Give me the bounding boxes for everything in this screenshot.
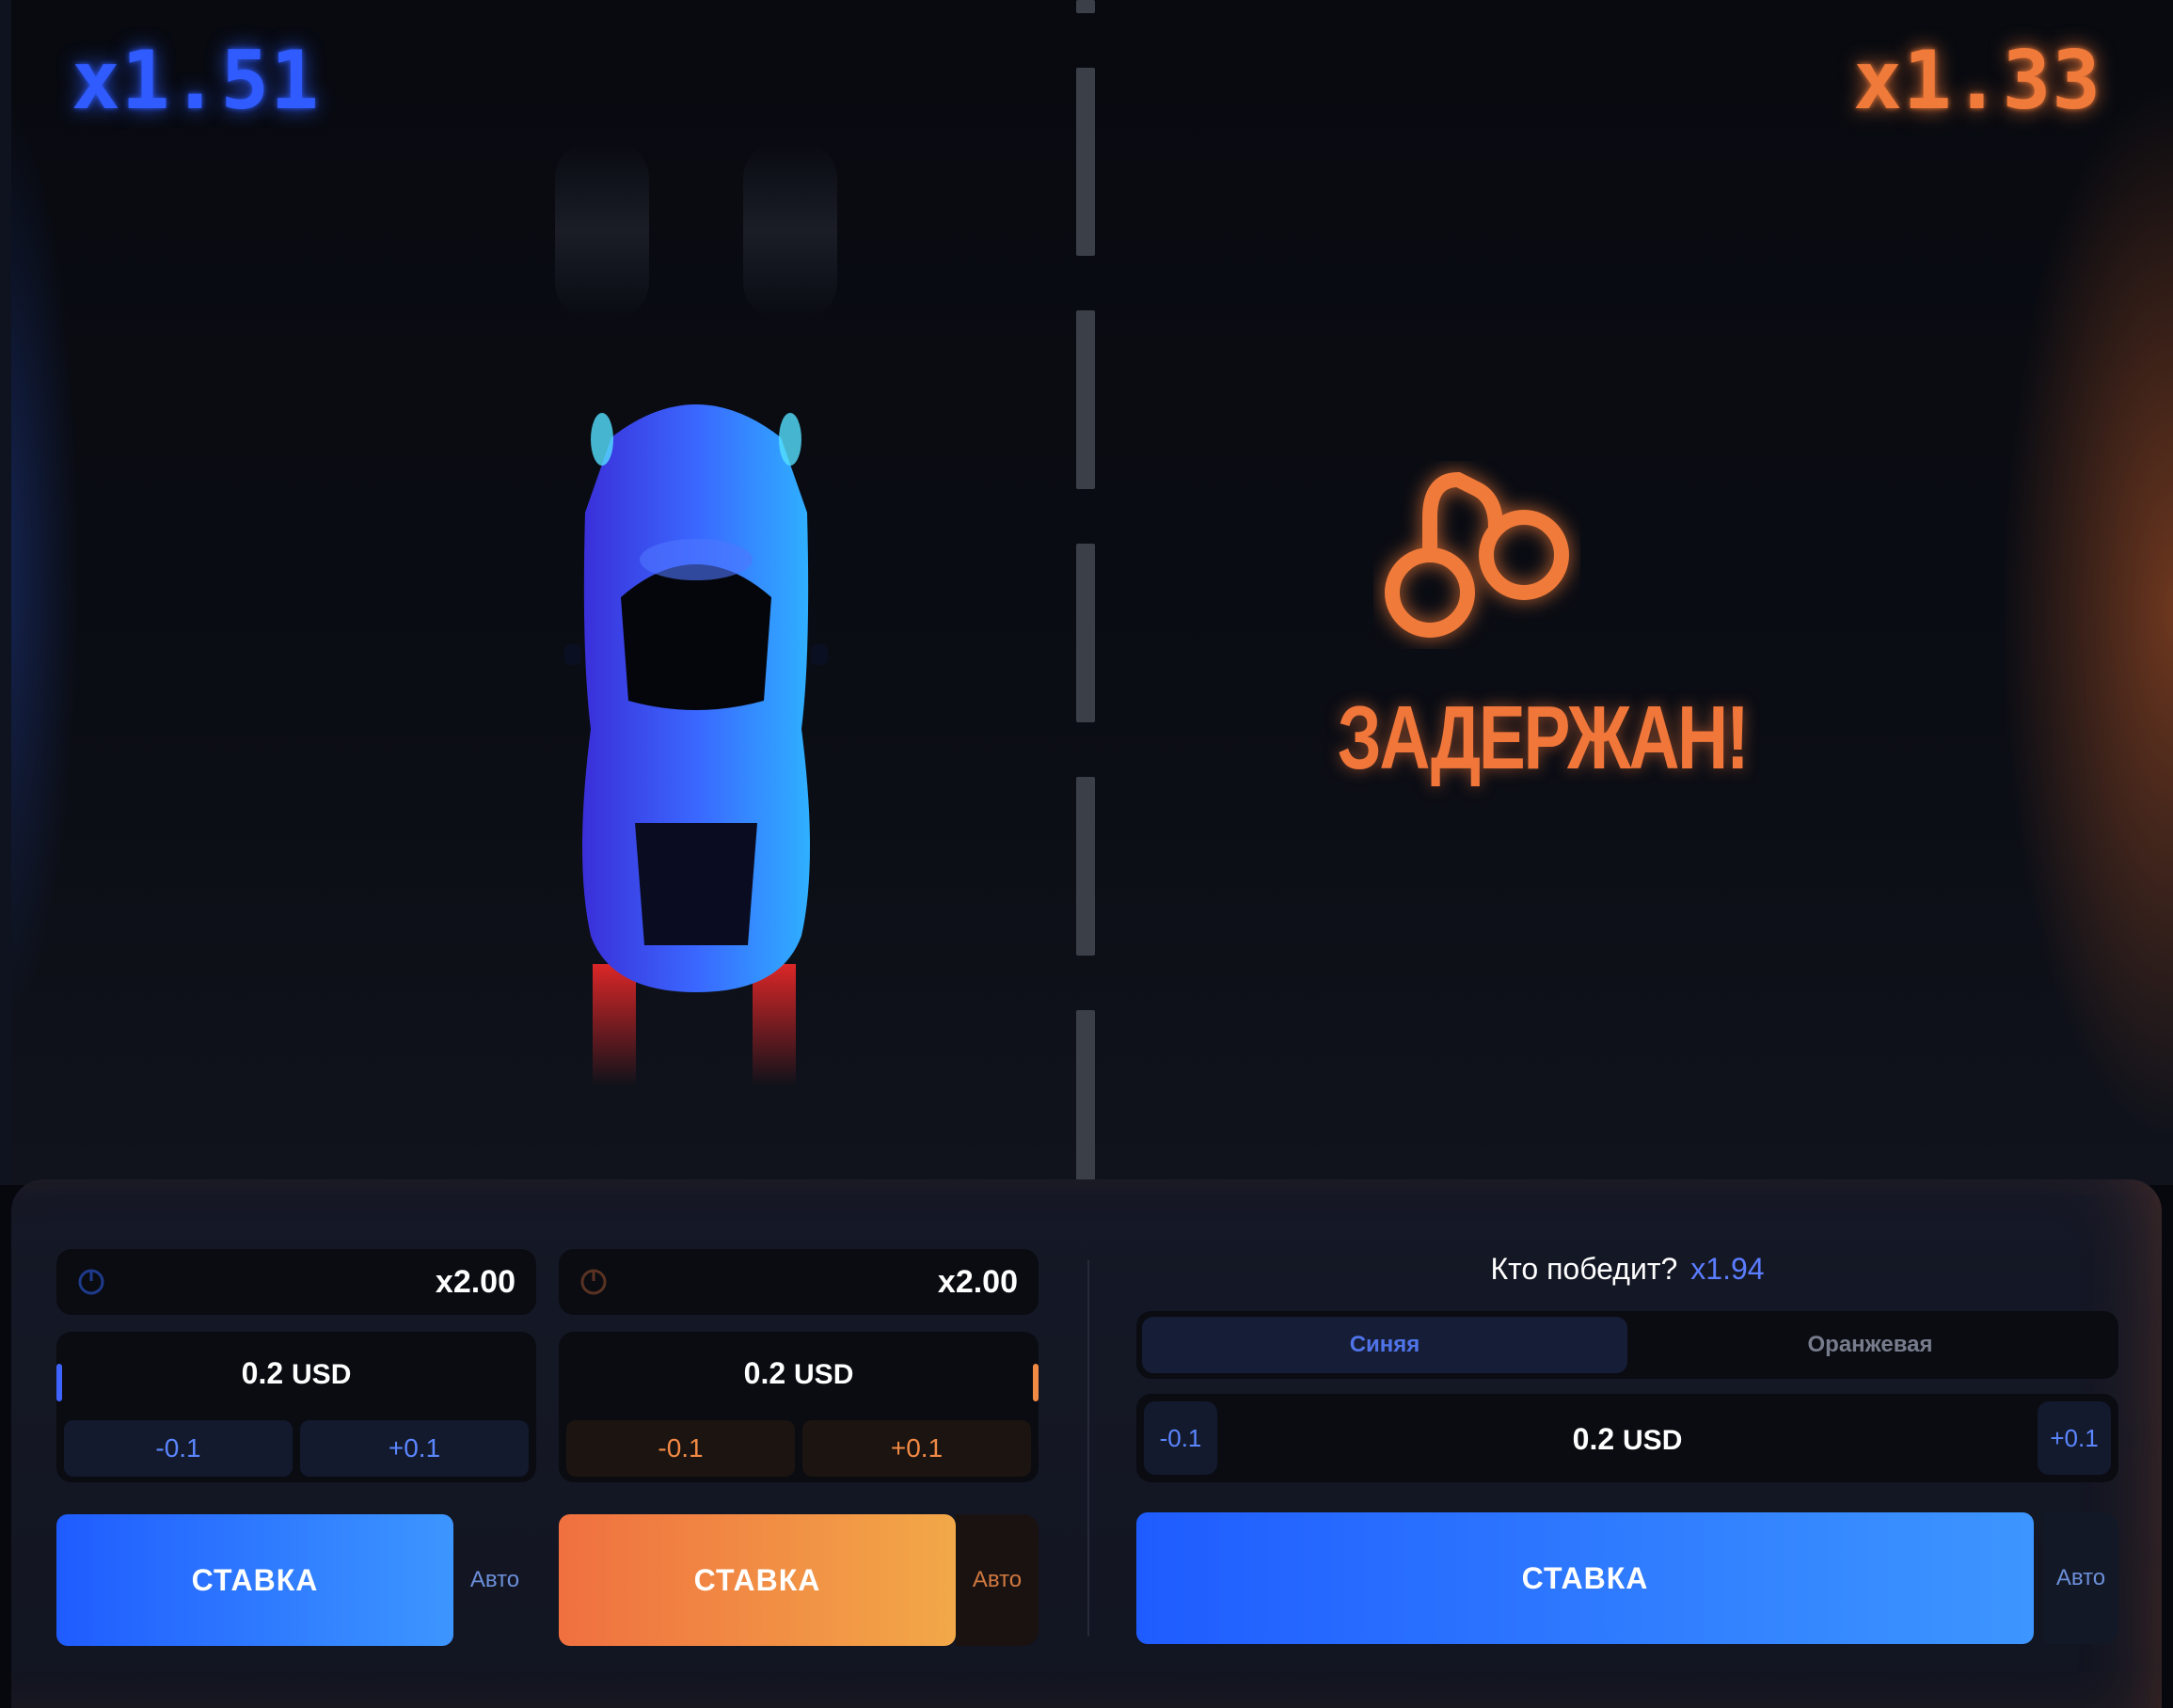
lane-divider-dash: [1076, 1010, 1095, 1185]
option-orange[interactable]: Оранжевая: [1627, 1317, 2113, 1373]
panel-divider: [1087, 1260, 1089, 1637]
lane-divider-dash: [1076, 777, 1095, 956]
winner-bet-section: Кто победит? x1.94 Синяя Оранжевая -0.1 0…: [1136, 1249, 2118, 1644]
team-selector: Синяя Оранжевая: [1136, 1311, 2118, 1379]
amount-unit: USD: [794, 1359, 854, 1390]
lane-divider-dash: [1076, 544, 1095, 722]
bet-button[interactable]: СТАВКА: [559, 1514, 956, 1646]
amount-box: 0.2 USD -0.1 +0.1: [559, 1332, 1039, 1482]
amount-value: 0.2: [1572, 1422, 1615, 1456]
lane-divider-dash: [1076, 0, 1095, 13]
auto-cashout-row[interactable]: x2.00: [56, 1249, 536, 1315]
cashout-value[interactable]: x2.00: [436, 1264, 515, 1301]
amount-unit: USD: [292, 1359, 352, 1390]
bet-button[interactable]: СТАВКА: [1136, 1512, 2034, 1644]
orange-multiplier: x1.33: [1853, 34, 2102, 128]
handcuffs-icon: [1385, 471, 1569, 638]
decrease-button[interactable]: -0.1: [566, 1420, 795, 1477]
amount-value: 0.2: [241, 1356, 284, 1390]
blue-car: [564, 404, 828, 1086]
auto-button[interactable]: Авто: [2043, 1512, 2118, 1644]
amount-display[interactable]: 0.2 USD: [559, 1356, 1039, 1391]
amount-box: 0.2 USD -0.1 +0.1: [56, 1332, 536, 1482]
amount-unit: USD: [1623, 1425, 1683, 1456]
question-text: Кто победит?: [1490, 1252, 1678, 1286]
headlight-trail: [743, 141, 837, 320]
increase-button[interactable]: +0.1: [802, 1420, 1031, 1477]
lane-divider-dash: [1076, 68, 1095, 256]
increase-button[interactable]: +0.1: [300, 1420, 529, 1477]
amount-display[interactable]: 0.2 USD: [1136, 1422, 2118, 1457]
winner-question: Кто победит? x1.94: [1136, 1249, 2118, 1289]
option-blue[interactable]: Синяя: [1142, 1317, 1627, 1373]
headlight-trail: [555, 141, 649, 320]
power-icon[interactable]: [77, 1268, 105, 1296]
amount-display[interactable]: 0.2 USD: [56, 1356, 536, 1391]
cashout-value[interactable]: x2.00: [938, 1264, 1018, 1301]
lane-divider-dash: [1076, 310, 1095, 489]
bet-button[interactable]: СТАВКА: [56, 1514, 453, 1646]
amount-value: 0.2: [743, 1356, 786, 1390]
auto-button[interactable]: Авто: [956, 1514, 1039, 1646]
blue-bet-column: x2.00 0.2 USD -0.1 +0.1 СТАВКА Авто: [56, 1249, 536, 1646]
orange-bet-column: x2.00 0.2 USD -0.1 +0.1 СТАВКА Авто: [559, 1249, 1039, 1646]
decrease-button[interactable]: -0.1: [64, 1420, 293, 1477]
power-icon[interactable]: [579, 1268, 608, 1296]
increase-button[interactable]: +0.1: [2038, 1401, 2111, 1475]
auto-button[interactable]: Авто: [453, 1514, 536, 1646]
winner-multiplier: x1.94: [1690, 1252, 1765, 1286]
auto-cashout-row[interactable]: x2.00: [559, 1249, 1039, 1315]
arrested-status: ЗАДЕРЖАН!: [1337, 688, 1750, 788]
winner-amount-box: -0.1 0.2 USD +0.1: [1136, 1394, 2118, 1482]
track-edge: [0, 0, 11, 1185]
blue-multiplier: x1.51: [71, 34, 320, 128]
